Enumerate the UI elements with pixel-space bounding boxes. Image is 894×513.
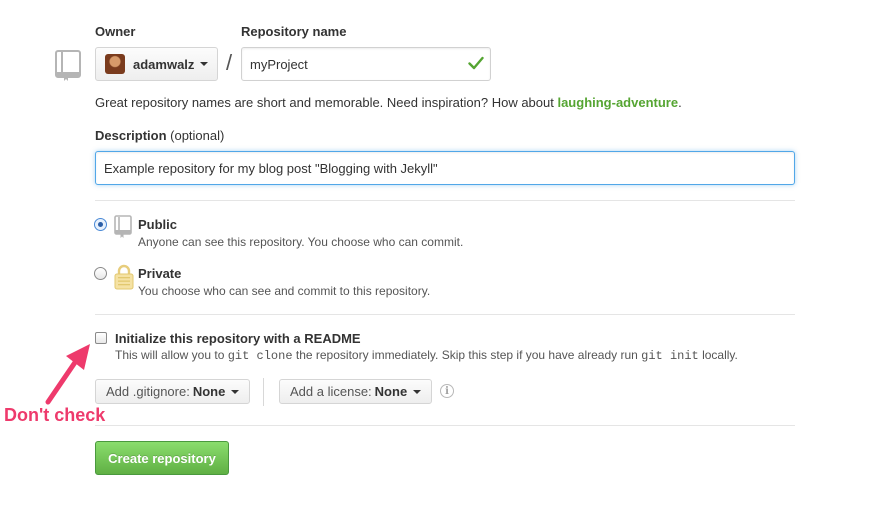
description-label: Description (optional) <box>95 128 224 143</box>
private-radio[interactable] <box>94 267 107 280</box>
readme-label: Initialize this repository with a README <box>115 331 361 346</box>
divider <box>95 425 795 426</box>
annotation-arrow <box>45 344 90 405</box>
gitignore-dropdown[interactable]: Add .gitignore: None <box>95 379 251 404</box>
name-hint-suffix: . <box>678 95 682 110</box>
name-suggestion-link[interactable]: laughing-adventure <box>557 95 678 110</box>
private-title: Private <box>138 266 182 281</box>
license-dropdown[interactable]: Add a license: None <box>279 379 433 404</box>
git-clone-code: git clone <box>227 349 293 363</box>
divider <box>263 378 264 406</box>
private-note: You choose who can see and commit to thi… <box>138 284 431 298</box>
chevron-down-icon <box>231 389 240 394</box>
readme-note: This will allow you to git clone the rep… <box>115 348 738 363</box>
git-init-code: git init <box>641 349 699 363</box>
license-label: Add a license: <box>290 384 372 399</box>
owner-label: Owner <box>95 24 136 39</box>
create-repository-button[interactable]: Create repository <box>95 441 229 475</box>
lock-icon <box>114 264 134 290</box>
readme-note-text: This will allow you to <box>115 348 228 362</box>
divider <box>95 200 795 201</box>
chevron-down-icon <box>200 62 209 66</box>
gitignore-value: None <box>192 384 226 399</box>
repo-public-icon <box>114 215 132 238</box>
public-radio[interactable] <box>94 218 107 231</box>
readme-note-text: locally. <box>698 348 738 362</box>
description-input[interactable] <box>95 151 795 185</box>
chevron-down-icon <box>413 389 422 394</box>
description-label-text: Description <box>95 128 167 143</box>
name-hint-text: Great repository names are short and mem… <box>95 95 558 110</box>
owner-dropdown-button[interactable]: adamwalz <box>95 47 218 81</box>
info-icon[interactable]: i <box>440 384 454 398</box>
gitignore-label: Add .gitignore: <box>106 384 190 399</box>
repository-name-label: Repository name <box>241 24 347 39</box>
public-title: Public <box>138 217 178 232</box>
owner-name: adamwalz <box>133 56 195 72</box>
readme-note-text: the repository immediately. Skip this st… <box>292 348 642 362</box>
divider <box>95 314 795 315</box>
name-hint: Great repository names are short and mem… <box>95 95 682 110</box>
owner-repo-separator: / <box>226 50 233 75</box>
repository-name-input[interactable] <box>241 47 491 81</box>
check-icon <box>468 56 484 70</box>
repo-book-icon <box>55 50 81 81</box>
avatar <box>105 54 125 74</box>
annotation-text: Don't check <box>4 405 106 425</box>
description-optional-text: (optional) <box>170 128 225 143</box>
license-value: None <box>374 384 408 399</box>
public-note: Anyone can see this repository. You choo… <box>138 235 464 249</box>
